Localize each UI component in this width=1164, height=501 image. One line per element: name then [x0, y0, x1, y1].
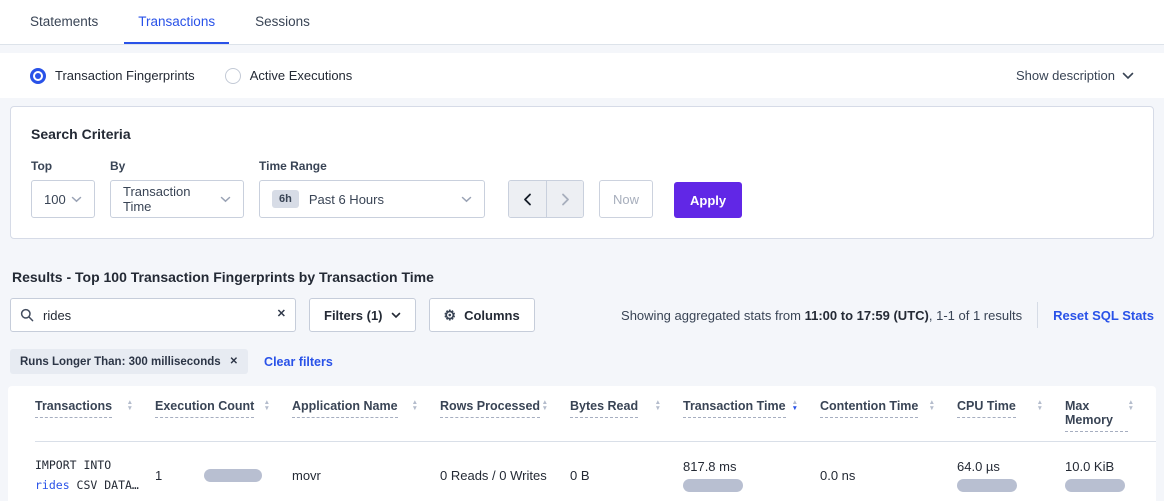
filters-button-label: Filters (1)	[324, 308, 383, 323]
sort-icon[interactable]: ▲▼	[655, 400, 661, 412]
execution-count-bar	[204, 469, 262, 482]
reset-sql-stats-link[interactable]: Reset SQL Stats	[1053, 308, 1154, 323]
sort-icon[interactable]: ▲▼	[412, 400, 418, 412]
cell-rows-processed: 0 Reads / 0 Writes	[440, 468, 570, 483]
columns-button-label: Columns	[464, 308, 520, 323]
search-criteria-title: Search Criteria	[31, 126, 1133, 142]
search-icon	[20, 308, 34, 322]
max-memory-bar	[1065, 479, 1125, 492]
column-header-application-name[interactable]: Application Name ▲▼	[292, 399, 440, 441]
tab-transactions[interactable]: Transactions	[124, 0, 229, 44]
column-header-execution-count[interactable]: Execution Count ▲▼	[155, 399, 292, 441]
results-heading: Results - Top 100 Transaction Fingerprin…	[12, 269, 1152, 285]
column-header-bytes-read[interactable]: Bytes Read ▲▼	[570, 399, 683, 441]
apply-button[interactable]: Apply	[674, 182, 742, 218]
transaction-fingerprint-link[interactable]: IMPORT INTO rides CSV DATA…	[35, 455, 155, 495]
table-header-row: Transactions ▲▼ Execution Count ▲▼ Appli…	[35, 386, 1156, 442]
aggregated-stats-text: Showing aggregated stats from 11:00 to 1…	[621, 308, 1022, 323]
cell-max-memory: 10.0 KiB	[1065, 459, 1156, 492]
column-header-rows-processed[interactable]: Rows Processed ▲▼	[440, 399, 570, 441]
radio-unselected-icon[interactable]	[225, 68, 241, 84]
search-criteria-card: Search Criteria Top 100 By Transaction T…	[10, 106, 1154, 239]
radio-transaction-fingerprints[interactable]: Transaction Fingerprints	[30, 68, 195, 84]
chevron-down-icon	[1122, 72, 1134, 80]
cell-contention-time: 0.0 ns	[820, 468, 957, 483]
cell-execution-count: 1	[155, 468, 292, 483]
radio-active-executions[interactable]: Active Executions	[225, 68, 353, 84]
radio-label: Active Executions	[250, 68, 353, 83]
remove-filter-icon[interactable]: ✕	[230, 356, 238, 367]
top-select-value: 100	[44, 192, 66, 207]
columns-button[interactable]: ⚙ Columns	[429, 298, 535, 332]
chevron-down-icon	[71, 196, 82, 203]
search-input[interactable]	[10, 298, 296, 332]
top-label: Top	[31, 159, 95, 173]
tab-statements[interactable]: Statements	[16, 0, 112, 44]
view-toggle-row: Transaction Fingerprints Active Executio…	[0, 53, 1164, 98]
results-table: Transactions ▲▼ Execution Count ▲▼ Appli…	[8, 386, 1156, 501]
chevron-down-icon	[391, 312, 401, 319]
table-row[interactable]: IMPORT INTO rides CSV DATA… 1 movr 0 Rea…	[35, 442, 1156, 501]
radio-selected-icon[interactable]	[30, 68, 46, 84]
time-step-buttons	[508, 180, 584, 218]
chevron-down-icon	[461, 196, 472, 203]
by-label: By	[110, 159, 244, 173]
cell-cpu-time: 64.0 µs	[957, 459, 1065, 492]
column-header-max-memory[interactable]: Max Memory ▲▼	[1065, 399, 1156, 441]
column-header-contention-time[interactable]: Contention Time ▲▼	[820, 399, 957, 441]
tab-sessions[interactable]: Sessions	[241, 0, 324, 44]
chevron-down-icon	[220, 196, 231, 203]
time-range-value: Past 6 Hours	[309, 192, 384, 207]
results-controls: ✕ Filters (1) ⚙ Columns Showing aggregat…	[10, 298, 1154, 332]
column-header-transactions[interactable]: Transactions ▲▼	[35, 399, 155, 441]
sort-icon[interactable]: ▲▼	[264, 400, 270, 412]
next-time-button[interactable]	[546, 181, 583, 217]
filter-tag-label: Runs Longer Than: 300 milliseconds	[20, 356, 221, 368]
by-select-value: Transaction Time	[123, 184, 220, 214]
highlighted-search-term: rides	[35, 478, 70, 492]
cell-application-name: movr	[292, 468, 440, 483]
vertical-divider	[1037, 302, 1038, 328]
by-select[interactable]: Transaction Time	[110, 180, 244, 218]
sort-icon-active-desc[interactable]: ▲▼	[792, 400, 798, 412]
show-description-label: Show description	[1016, 68, 1115, 83]
top-select[interactable]: 100	[31, 180, 95, 218]
cpu-time-bar	[957, 479, 1017, 492]
time-range-select[interactable]: 6h Past 6 Hours	[259, 180, 485, 218]
previous-time-button[interactable]	[509, 181, 546, 217]
search-box: ✕	[10, 298, 296, 332]
page-tabs: Statements Transactions Sessions	[0, 0, 1164, 45]
stats-time-range: 11:00 to 17:59 (UTC)	[805, 308, 929, 323]
clear-search-icon[interactable]: ✕	[277, 307, 286, 320]
filter-tag: Runs Longer Than: 300 milliseconds ✕	[10, 349, 248, 374]
cell-bytes-read: 0 B	[570, 468, 683, 483]
column-header-transaction-time[interactable]: Transaction Time ▲▼	[683, 399, 820, 441]
gear-icon: ⚙	[444, 308, 457, 322]
cell-transaction-time: 817.8 ms	[683, 459, 820, 492]
now-button[interactable]: Now	[599, 180, 653, 218]
sort-icon[interactable]: ▲▼	[1037, 400, 1043, 412]
sort-icon[interactable]: ▲▼	[127, 400, 133, 412]
show-description-toggle[interactable]: Show description	[1016, 68, 1134, 83]
transaction-time-bar	[683, 479, 743, 492]
sort-icon[interactable]: ▲▼	[1128, 400, 1134, 412]
filters-button[interactable]: Filters (1)	[309, 298, 416, 332]
active-filters-row: Runs Longer Than: 300 milliseconds ✕ Cle…	[10, 349, 1154, 374]
radio-label: Transaction Fingerprints	[55, 68, 195, 83]
time-range-label: Time Range	[259, 159, 485, 173]
time-range-badge: 6h	[272, 190, 299, 208]
sort-icon[interactable]: ▲▼	[929, 400, 935, 412]
column-header-cpu-time[interactable]: CPU Time ▲▼	[957, 399, 1065, 441]
sort-icon[interactable]: ▲▼	[542, 400, 548, 412]
clear-filters-link[interactable]: Clear filters	[264, 355, 333, 369]
